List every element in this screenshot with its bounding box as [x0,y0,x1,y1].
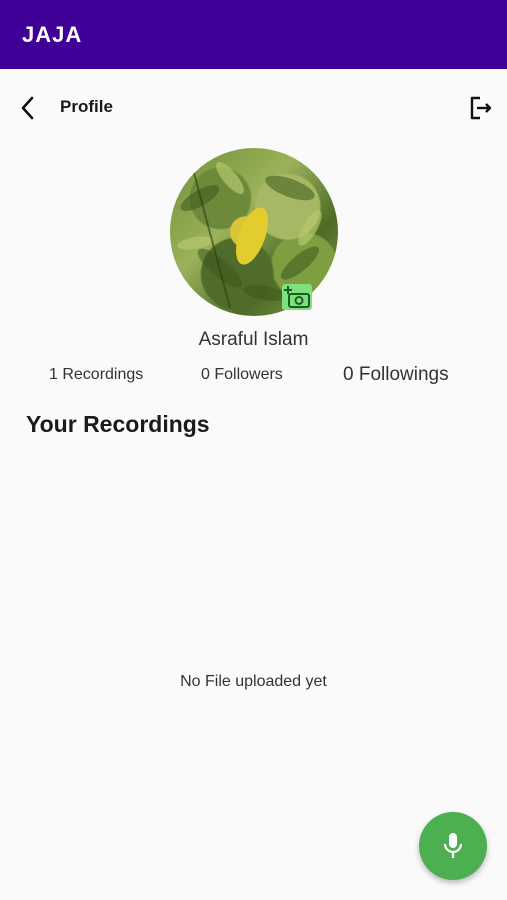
add-photo-icon [284,286,310,308]
logout-icon [470,96,492,120]
microphone-icon [443,833,463,858]
record-button[interactable] [419,812,487,880]
logout-button[interactable] [467,94,495,122]
avatar-photo [177,157,322,309]
recordings-count[interactable]: 1 Recordings [49,366,143,384]
followings-count[interactable]: 0 Followings [343,364,449,386]
profile-avatar-container [170,148,338,316]
profile-toolbar: Profile [0,86,507,130]
change-photo-button[interactable] [282,284,312,310]
avatar[interactable] [170,148,338,316]
app-title: JAJA [22,21,83,47]
chevron-left-icon [21,96,34,120]
recordings-section-title: Your Recordings [26,411,210,437]
profile-name: Asraful Islam [198,329,309,350]
empty-recordings-message: No File uploaded yet [180,673,327,690]
back-button[interactable] [14,94,42,122]
page-title: Profile [60,97,113,116]
app-bar: JAJA [0,0,507,69]
followers-count[interactable]: 0 Followers [201,366,283,384]
